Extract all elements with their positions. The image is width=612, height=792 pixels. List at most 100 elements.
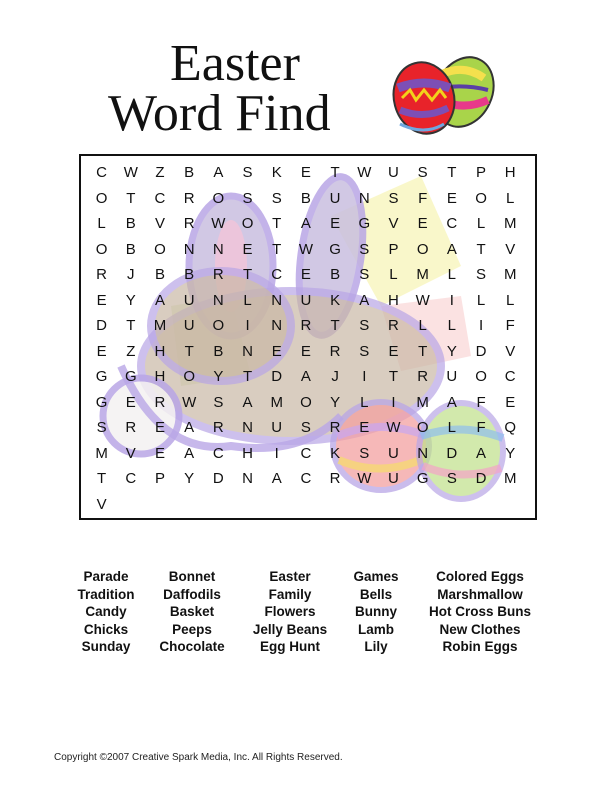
grid-letter: A xyxy=(184,419,195,437)
word-item: Basket xyxy=(169,604,215,619)
grid-letter: E xyxy=(96,291,107,309)
grid-letter: S xyxy=(271,189,282,207)
grid-letter: J xyxy=(127,266,135,284)
grid-letter: E xyxy=(330,215,341,233)
grid-letter: L xyxy=(447,266,457,284)
grid-letter: R xyxy=(329,470,341,488)
grid-letter: E xyxy=(154,419,165,437)
word-item: Jelly Beans xyxy=(252,621,328,637)
grid-letter: O xyxy=(475,189,487,207)
grid-letter: I xyxy=(274,444,279,462)
grid-letter: B xyxy=(184,164,195,182)
grid-letter: O xyxy=(212,189,225,207)
grid-letter: M xyxy=(95,444,108,462)
grid-letter: R xyxy=(388,317,399,335)
grid-letter: T xyxy=(97,470,107,488)
grid-letter: A xyxy=(476,444,487,462)
grid-letter: C xyxy=(300,444,312,462)
word-item: Hot Cross Buns xyxy=(428,604,531,619)
copyright-notice: Copyright ©2007 Creative Spark Media, In… xyxy=(54,752,343,763)
word-item: Chicks xyxy=(83,621,129,637)
grid-letter: M xyxy=(416,266,429,284)
grid-letter: P xyxy=(476,164,487,182)
grid-letter: T xyxy=(242,266,253,284)
grid-letter: N xyxy=(271,291,283,309)
grid-letter: L xyxy=(506,189,515,207)
grid-letter: E xyxy=(125,393,136,411)
grid-letter: U xyxy=(329,189,341,207)
word-item: Egg Hunt xyxy=(260,639,320,654)
grid-letter: K xyxy=(271,164,282,182)
grid-letter: K xyxy=(330,291,341,309)
grid-letter: O xyxy=(154,240,166,258)
grid-letter: H xyxy=(154,368,166,386)
grid-letter: S xyxy=(300,419,311,437)
grid-letter: A xyxy=(300,215,311,233)
grid-letter: R xyxy=(125,419,137,437)
word-column: Colored Eggs Marshmallow Hot Cross Buns … xyxy=(412,568,548,656)
word-item: Bonnet xyxy=(168,569,216,584)
grid-letter: Z xyxy=(155,164,165,182)
grid-letter: M xyxy=(503,470,517,488)
grid-letter: I xyxy=(449,291,454,309)
word-column: Bonnet Daffodils Basket Peeps Chocolate xyxy=(144,568,240,656)
word-search-puzzle: CWZBASKETWUSTPHOTCROSSBUNSFEOLLBVRWOTAEG… xyxy=(79,154,537,520)
grid-letter: S xyxy=(388,189,399,207)
grid-letter: B xyxy=(125,215,136,233)
grid-letter: D xyxy=(475,342,487,360)
grid-letter: U xyxy=(388,164,399,182)
grid-letter: C xyxy=(154,189,166,207)
grid-letter: H xyxy=(154,342,166,360)
grid-letter: I xyxy=(245,317,250,335)
grid-letter: M xyxy=(503,215,517,233)
grid-letter: C xyxy=(125,470,137,488)
grid-letter: G xyxy=(329,240,341,258)
grid-letter: S xyxy=(359,342,370,360)
easter-eggs-illustration xyxy=(392,56,495,135)
grid-letter: C xyxy=(300,470,312,488)
grid-letter: E xyxy=(154,444,165,462)
grid-letter: E xyxy=(300,342,311,360)
word-item: Peeps xyxy=(172,621,212,637)
word-item: Robin Eggs xyxy=(442,639,518,654)
grid-letter: V xyxy=(505,240,516,258)
grid-letter: L xyxy=(447,317,457,335)
grid-letter: D xyxy=(475,470,487,488)
grid-letter: S xyxy=(242,189,253,207)
grid-letter: N xyxy=(242,342,253,360)
grid-letter: E xyxy=(417,215,428,233)
grid-letter: L xyxy=(476,215,486,233)
grid-letter: E xyxy=(446,189,457,207)
grid-letter: S xyxy=(359,444,370,462)
grid-letter: G xyxy=(416,470,429,488)
word-item: Easter xyxy=(269,569,311,584)
grid-letter: F xyxy=(418,189,428,207)
grid-letter: R xyxy=(154,393,166,411)
grid-letter: M xyxy=(153,317,167,335)
grid-letter: F xyxy=(505,317,515,335)
grid-letter: H xyxy=(242,444,253,462)
grid-letter: E xyxy=(300,266,311,284)
grid-letter: L xyxy=(97,215,106,233)
grid-letter: U xyxy=(183,317,195,335)
grid-letter: O xyxy=(416,419,429,437)
grid-letter: N xyxy=(242,470,253,488)
grid-letter: E xyxy=(271,342,282,360)
grid-letter: B xyxy=(154,266,165,284)
grid-letter: R xyxy=(183,215,195,233)
grid-letter: N xyxy=(358,189,370,207)
grid-letter: T xyxy=(184,342,194,360)
grid-letter: Y xyxy=(125,291,136,309)
word-list: Parade Tradition Candy Chicks Sunday Bon… xyxy=(68,568,548,656)
grid-letter: N xyxy=(271,317,283,335)
grid-letter: W xyxy=(357,164,372,182)
grid-letter: Q xyxy=(504,419,517,437)
grid-letter: A xyxy=(242,393,253,411)
grid-letter: S xyxy=(476,266,487,284)
grid-letter: A xyxy=(446,240,457,258)
grid-letter: O xyxy=(241,215,254,233)
grid-letter: Z xyxy=(126,342,136,360)
grid-letter: F xyxy=(476,393,486,411)
grid-letter: U xyxy=(271,419,283,437)
grid-letter: B xyxy=(184,266,195,284)
